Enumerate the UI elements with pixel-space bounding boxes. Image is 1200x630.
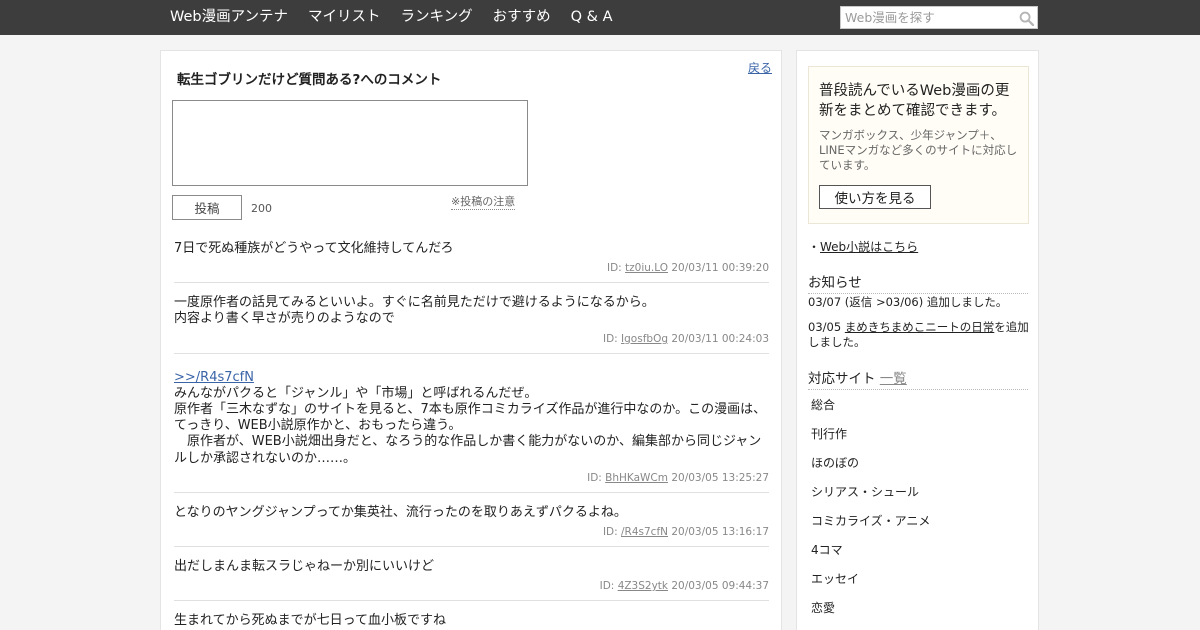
post-button[interactable]: 投稿 (172, 195, 242, 220)
comment-item: 出だしまんま転スラじゃねーか別にいいけど ID: 4Z3S2ytk 20/03/… (174, 559, 769, 602)
comment-text: 生まれてから死ぬまでが七日って血小板ですね (174, 613, 446, 629)
comment-meta: ID: /R4s7cfN 20/03/05 13:16:17 (174, 526, 769, 539)
news-item: 03/07 (返信 >03/06) 追加しました。 (808, 295, 1030, 310)
comment-panel: 戻る 転生ゴブリンだけど質問ある?へのコメント 投稿 200 ※投稿の注意 7日… (160, 50, 782, 630)
news-date: 03/05 (808, 320, 845, 334)
site-category-item[interactable]: 4コマ (811, 542, 1011, 571)
site-category-list: 総合 刊行作 ほのぼの シリアス・シュール コミカライズ・アニメ 4コマ エッセ… (811, 397, 1011, 629)
supported-sites-heading: 対応サイト 一覧 (808, 367, 1028, 390)
comment-date: 20/03/11 00:39:20 (671, 262, 769, 275)
main-nav: Web漫画アンテナ マイリスト ランキング おすすめ Q & A (160, 0, 622, 35)
comment-item: 生まれてから死ぬまでが七日って血小板ですね (174, 613, 769, 630)
comment-item: 7日で死ぬ種族がどうやって文化維持してんだろ ID: tz0iu.LO 20/0… (174, 241, 769, 284)
sites-list-link[interactable]: 一覧 (880, 371, 907, 387)
bullet: ・ (808, 240, 821, 254)
comment-meta: ID: IgosfbOg 20/03/11 00:24:03 (174, 333, 769, 346)
comment-id-label: ID: (587, 471, 606, 484)
web-novel-link-row: ・Web小説はこちら (808, 238, 918, 255)
nav-recommend[interactable]: おすすめ (483, 0, 561, 35)
news-text: (返信 >03/06) 追加しました。 (844, 295, 1008, 309)
comment-id[interactable]: IgosfbOg (621, 333, 668, 345)
comment-date: 20/03/05 09:44:37 (671, 580, 769, 593)
comment-date: 20/03/11 00:24:03 (671, 332, 769, 345)
news-heading-label: お知らせ (808, 275, 862, 291)
comment-id[interactable]: /R4s7cfN (621, 526, 668, 538)
comment-textarea[interactable] (172, 100, 528, 186)
post-guidelines-link[interactable]: ※投稿の注意 (451, 195, 516, 210)
how-to-use-button[interactable]: 使い方を見る (819, 185, 931, 209)
news-link[interactable]: まめきちまめこニートの日常 (845, 320, 995, 334)
comment-text: 出だしまんま転スラじゃねーか別にいいけど (174, 559, 435, 575)
nav-mylist[interactable]: マイリスト (298, 0, 391, 35)
comment-id[interactable]: 4Z3S2ytk (618, 580, 668, 592)
sites-heading-label: 対応サイト (808, 371, 876, 387)
news-heading: お知らせ (808, 271, 1028, 294)
site-category-item[interactable]: シリアス・シュール (811, 484, 1011, 513)
site-category-item[interactable]: 総合 (811, 397, 1011, 426)
site-category-item[interactable]: 刊行作 (811, 426, 1011, 455)
news-date: 03/07 (808, 295, 845, 309)
comment-item: となりのヤングジャンプってか集英社、流行ったのを取りあえずパクるよね。 ID: … (174, 504, 769, 548)
intro-title: 普段読んでいるWeb漫画の更新をまとめて確認できます。 (819, 83, 1010, 119)
search-box (840, 6, 1038, 29)
comment-id[interactable]: tz0iu.LO (625, 262, 668, 274)
comment-date: 20/03/05 13:16:17 (671, 526, 769, 539)
nav-qa[interactable]: Q & A (561, 0, 623, 35)
comment-id[interactable]: BhHKaWCm (605, 472, 668, 484)
reply-anchor-link[interactable]: >>/R4s7cfN (174, 370, 254, 386)
comment-meta: ID: BhHKaWCm 20/03/05 13:25:27 (174, 472, 769, 485)
comment-meta: ID: 4Z3S2ytk 20/03/05 09:44:37 (174, 580, 769, 593)
comment-date: 20/03/05 13:25:27 (671, 471, 769, 484)
site-category-item[interactable]: エッセイ (811, 571, 1011, 600)
comment-item: >>/R4s7cfN みんながパクると「ジャンル」や「市場」と呼ばれるんだぜ。 … (174, 366, 769, 493)
intro-description: マンガボックス、少年ジャンプ＋、LINEマンガなど多くのサイトに対応しています。 (819, 128, 1018, 172)
nav-ranking[interactable]: ランキング (391, 0, 483, 35)
comment-id-label: ID: (606, 262, 626, 275)
back-link[interactable]: 戻る (748, 59, 772, 76)
site-category-item[interactable]: 恋愛 (811, 600, 1011, 629)
comment-item: 一度原作者の話見てみるといいよ。すぐに名前見ただけで避けるようになるから。 内容… (174, 295, 769, 354)
comment-text: みんながパクると「ジャンル」や「市場」と呼ばれるんだぜ。 原作者「三木なずな」の… (174, 385, 767, 466)
top-navbar: Web漫画アンテナ マイリスト ランキング おすすめ Q & A (0, 0, 1200, 35)
comment-text: 一度原作者の話見てみるといいよ。すぐに名前見ただけで避けるようになるから。 内容… (174, 295, 655, 327)
comment-id-label: ID: (602, 332, 622, 345)
page-title: 転生ゴブリンだけど質問ある?へのコメント (177, 72, 442, 88)
news-item: 03/05 まめきちまめこニートの日常を追加しました。 (808, 320, 1030, 350)
nav-home[interactable]: Web漫画アンテナ (160, 0, 298, 35)
web-novel-link[interactable]: Web小説はこちら (820, 240, 918, 254)
char-counter: 200 (251, 202, 272, 215)
search-input[interactable] (841, 7, 1013, 28)
comment-id-label: ID: (602, 526, 621, 539)
comment-id-label: ID: (599, 580, 618, 593)
site-category-item[interactable]: ほのぼの (811, 455, 1011, 484)
comment-text: 7日で死ぬ種族がどうやって文化維持してんだろ (174, 241, 454, 256)
comment-meta: ID: tz0iu.LO 20/03/11 00:39:20 (174, 262, 769, 275)
search-icon[interactable] (1019, 11, 1034, 26)
sidebar: 普段読んでいるWeb漫画の更新をまとめて確認できます。 マンガボックス、少年ジャ… (796, 50, 1039, 630)
comment-list: 7日で死ぬ種族がどうやって文化維持してんだろ ID: tz0iu.LO 20/0… (174, 241, 769, 630)
comment-text: となりのヤングジャンプってか集英社、流行ったのを取りあえずパクるよね。 (174, 504, 627, 520)
site-category-item[interactable]: コミカライズ・アニメ (811, 513, 1011, 542)
intro-box: 普段読んでいるWeb漫画の更新をまとめて確認できます。 マンガボックス、少年ジャ… (808, 66, 1029, 224)
